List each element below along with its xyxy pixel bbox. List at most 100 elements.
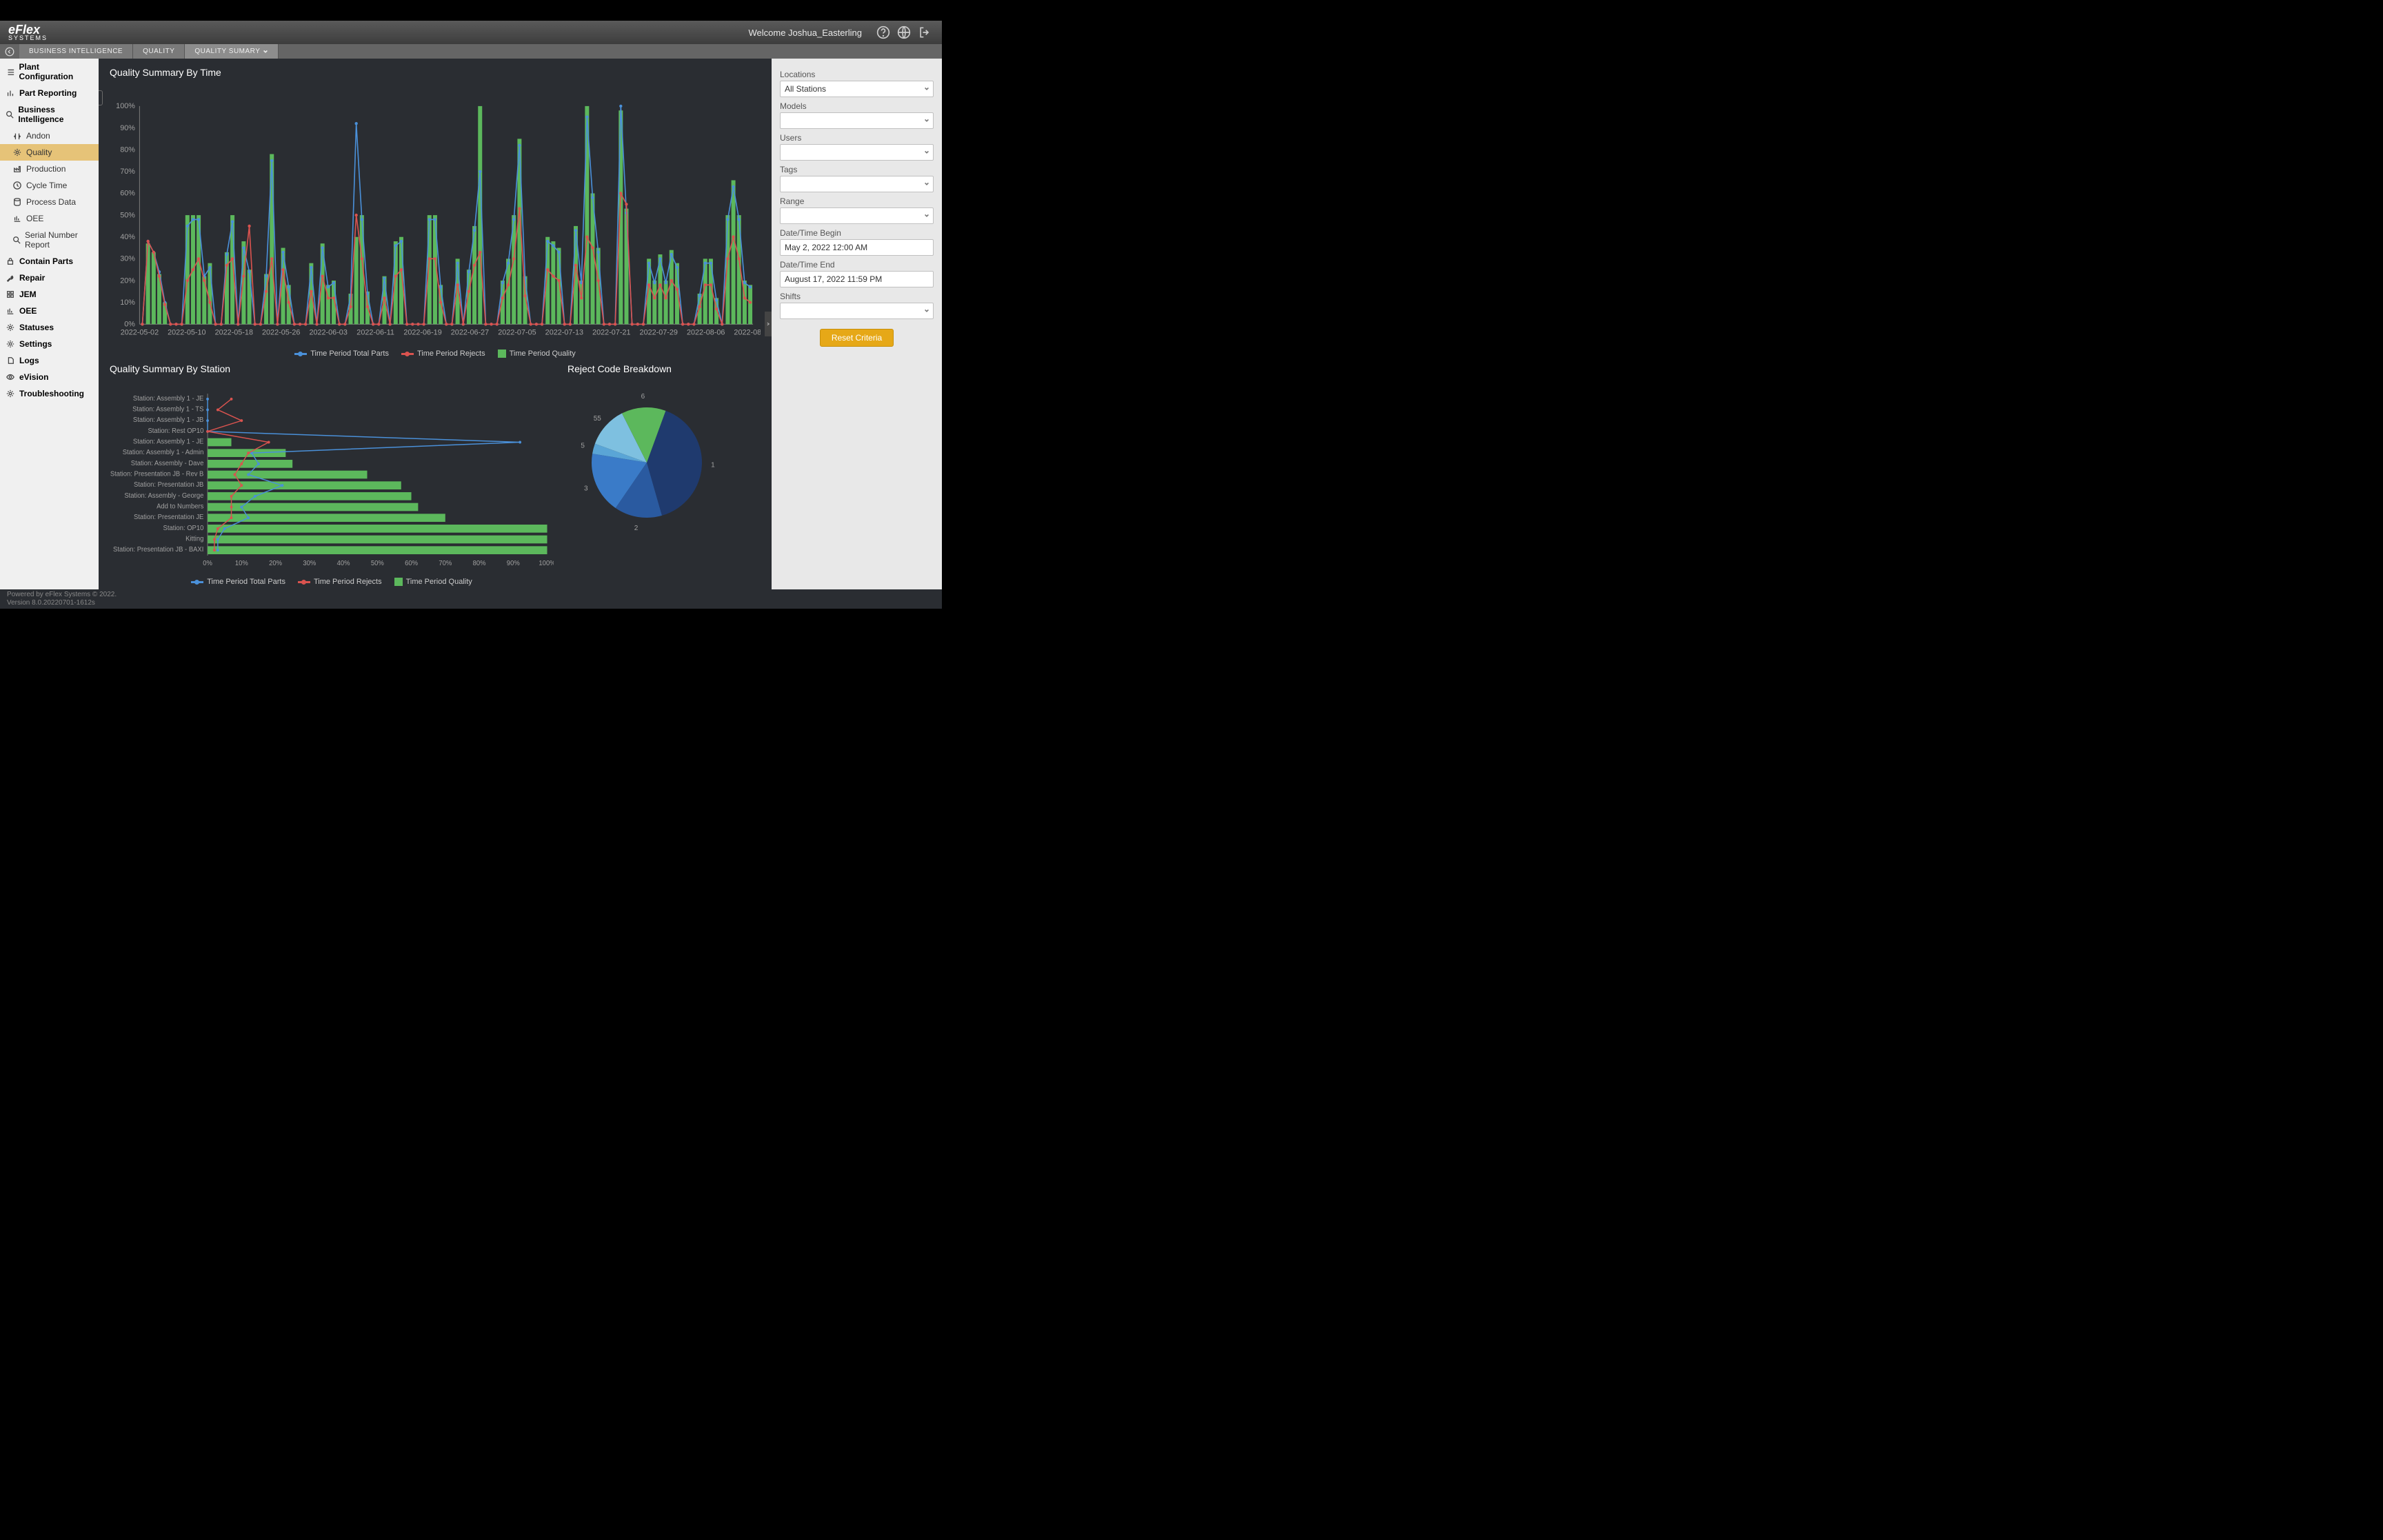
date-begin-input[interactable] [780,239,934,256]
legend-quality: Time Period Quality [498,349,576,358]
svg-text:60%: 60% [120,190,135,198]
locations-select[interactable]: All Stations [780,81,934,97]
logout-icon[interactable] [916,23,934,41]
svg-text:10%: 10% [120,298,135,307]
sidebar-item-part-reporting[interactable]: Part Reporting [0,85,99,101]
svg-text:Station: Assembly 1 - TS: Station: Assembly 1 - TS [132,405,204,413]
sidebar-item-label: Cycle Time [26,181,67,190]
svg-text:Station: Presentation JB - BAX: Station: Presentation JB - BAXI [113,546,203,554]
svg-text:30%: 30% [120,255,135,263]
os-titlebar [0,0,942,21]
date-begin-label: Date/Time Begin [780,228,934,238]
svg-text:70%: 70% [439,560,452,567]
arrows-icon [12,131,22,141]
breadcrumb-summary[interactable]: QUALITY SUMARY [185,44,279,59]
time-granularity-select[interactable]: Day [99,90,103,105]
sidebar-item-plant-configuration[interactable]: Plant Configuration [0,59,99,85]
sidebar-item-label: Business Intelligence [18,105,93,124]
sidebar-item-label: Statuses [19,323,54,332]
svg-text:10%: 10% [235,560,248,567]
models-select[interactable] [780,112,934,129]
svg-text:6: 6 [641,393,645,401]
svg-text:Kitting: Kitting [185,535,203,543]
shifts-select[interactable] [780,303,934,319]
sidebar-nav: Plant Configuration Part Reporting Busines… [0,59,99,589]
magnify-icon [6,110,14,119]
sidebar-item-statuses[interactable]: Statuses [0,319,99,336]
chart-quality-by-time: 0%10%20%30%40%50%60%70%80%90%100%2022-05… [110,99,761,347]
sidebar-item-quality[interactable]: Quality [0,144,99,161]
chart3-title: Reject Code Breakdown [567,363,761,374]
svg-text:5: 5 [581,443,585,450]
sidebar-item-oee[interactable]: OEE [0,303,99,319]
gear-icon [6,389,15,398]
tags-select[interactable] [780,176,934,192]
eye-icon [6,372,15,382]
clock-icon [12,181,22,190]
sidebar-item-label: Part Reporting [19,88,77,98]
sidebar-item-label: Repair [19,273,45,283]
sidebar-item-serial-number-report[interactable]: Serial Number Report [0,227,99,253]
svg-text:90%: 90% [120,124,135,132]
range-select[interactable] [780,207,934,224]
svg-text:50%: 50% [120,211,135,219]
globe-icon[interactable] [895,23,913,41]
sidebar-item-evision[interactable]: eVision [0,369,99,385]
svg-text:0%: 0% [124,321,135,329]
file-icon [6,356,15,365]
footer-copyright: Powered by eFlex Systems © 2022. [7,591,935,599]
gear-icon [12,148,22,157]
range-label: Range [780,196,934,206]
svg-text:40%: 40% [337,560,350,567]
search-icon [12,235,21,245]
sidebar-item-repair[interactable]: Repair [0,270,99,286]
sidebar-item-label: Serial Number Report [25,230,93,250]
date-end-input[interactable] [780,271,934,287]
sidebar-item-process-data[interactable]: Process Data [0,194,99,210]
svg-text:Station: Assembly 1 - JE: Station: Assembly 1 - JE [133,438,204,445]
sidebar-item-troubleshooting[interactable]: Troubleshooting [0,385,99,402]
chart1-title: Quality Summary By Time [110,67,761,78]
chart2-legend: Time Period Total Parts Time Period Reje… [110,578,554,586]
sidebar-item-logs[interactable]: Logs [0,352,99,369]
list-icon [6,67,15,77]
svg-text:Station: Assembly 1 - Admin: Station: Assembly 1 - Admin [123,449,204,456]
legend-rejects: Time Period Rejects [401,349,485,358]
sidebar-item-settings[interactable]: Settings [0,336,99,352]
sidebar-item-cycle-time[interactable]: Cycle Time [0,177,99,194]
sidebar-item-label: JEM [19,290,37,299]
sidebar-item-production[interactable]: Production [0,161,99,177]
users-label: Users [780,133,934,143]
sidebar-item-contain-parts[interactable]: Contain Parts [0,253,99,270]
main-content: Quality Summary By Time Day 0%10%20%30%4… [99,59,772,589]
wrench-icon [6,273,15,283]
help-icon[interactable] [874,23,892,41]
svg-text:100%: 100% [539,560,554,567]
svg-text:2022-05-02: 2022-05-02 [121,329,159,337]
panel-collapse-handle[interactable] [765,312,772,336]
sidebar-item-label: Andon [26,131,50,141]
chart2-title: Quality Summary By Station [110,363,554,374]
sidebar-item-label: Settings [19,339,52,349]
sidebar-item-business-intelligence[interactable]: Business Intelligence [0,101,99,128]
sidebar-item-oee[interactable]: OEE [0,210,99,227]
sidebar-item-andon[interactable]: Andon [0,128,99,144]
users-select[interactable] [780,144,934,161]
back-button[interactable] [0,44,19,59]
svg-text:2022-05-18: 2022-05-18 [215,329,253,337]
svg-text:2022-08-06: 2022-08-06 [687,329,725,337]
breadcrumb-quality[interactable]: QUALITY [133,44,185,59]
breadcrumb-bi[interactable]: BUSINESS INTELLIGENCE [19,44,133,59]
app-footer: Powered by eFlex Systems © 2022. Version… [0,589,942,609]
svg-text:Station: Presentation JE: Station: Presentation JE [134,514,204,521]
gear-icon [6,339,15,349]
svg-text:2022-06-19: 2022-06-19 [403,329,441,337]
svg-text:Station: Presentation JB: Station: Presentation JB [134,481,203,489]
reset-criteria-button[interactable]: Reset Criteria [820,329,894,347]
svg-text:1: 1 [711,461,715,469]
sidebar-item-label: Contain Parts [19,256,73,266]
svg-text:0%: 0% [203,560,212,567]
app-topbar: eFlex SYSTEMS Welcome Joshua_Easterling [0,21,942,44]
filter-panel: Locations All Stations Models Users Tags… [772,59,942,589]
sidebar-item-jem[interactable]: JEM [0,286,99,303]
